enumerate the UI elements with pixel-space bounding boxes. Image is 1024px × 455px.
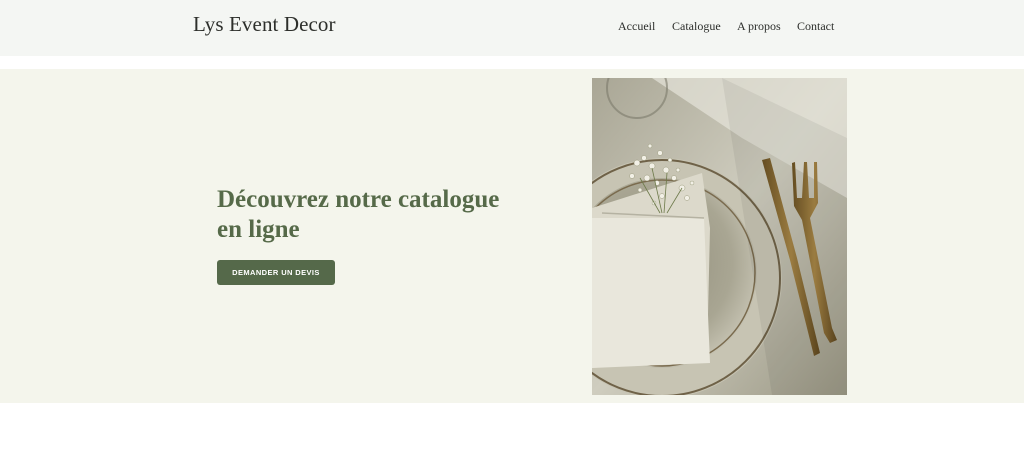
table-setting-illustration: [592, 78, 847, 395]
hero-title-line-1: Découvrez notre catalogue: [217, 186, 500, 213]
site-header: Lys Event Decor Accueil Catalogue A prop…: [0, 0, 1024, 56]
request-quote-button[interactable]: DEMANDER UN DEVIS: [217, 260, 335, 285]
main-nav: Accueil Catalogue A propos Contact: [0, 19, 1024, 35]
nav-link-a-propos[interactable]: A propos: [737, 19, 781, 34]
nav-link-accueil[interactable]: Accueil: [618, 19, 655, 34]
hero-title-line-2: en ligne: [217, 216, 300, 243]
table-setting-photo: [592, 78, 847, 395]
hero-section: Découvrez notre catalogue en ligne DEMAN…: [0, 69, 1024, 403]
nav-link-catalogue[interactable]: Catalogue: [672, 19, 721, 34]
hero-title: Découvrez notre catalogue en ligne: [217, 185, 547, 245]
nav-link-contact[interactable]: Contact: [797, 19, 834, 34]
